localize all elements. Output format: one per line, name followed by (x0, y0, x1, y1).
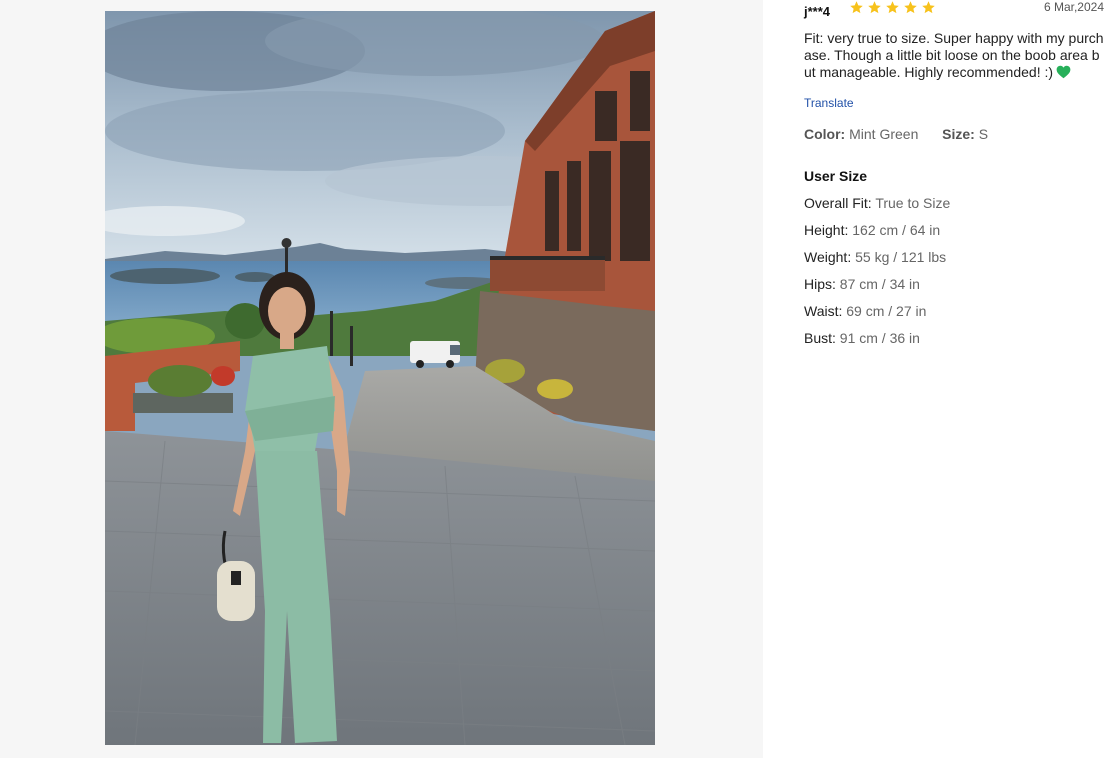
star-rating (849, 0, 936, 15)
size-row-overall-fit: Overall Fit: True to Size (804, 195, 950, 222)
color-label: Color: (804, 126, 846, 142)
size-row-value: 87 cm / 34 in (839, 276, 920, 292)
size-row-value: True to Size (875, 195, 951, 211)
review-text-block: Fit: very true to size. Super happy with… (804, 30, 1106, 81)
size-row-label: Waist: (804, 303, 843, 319)
star-icon (886, 1, 899, 14)
translate-link[interactable]: Translate (804, 96, 854, 110)
reviewer-name: j***4 (804, 4, 831, 19)
size-value: S (978, 126, 989, 142)
size-row-hips: Hips: 87 cm / 34 in (804, 276, 950, 303)
green-heart-icon (1056, 65, 1071, 79)
size-row-value: 69 cm / 27 in (846, 303, 927, 319)
review-media-panel (0, 0, 763, 758)
review-date: 6 Mar,2024 (1043, 0, 1104, 14)
review-panel: j***4 6 Mar,2024 Fit: very true to size.… (763, 0, 1111, 758)
review-photo-illustration (105, 11, 655, 745)
size-row-value: 91 cm / 36 in (839, 330, 920, 346)
size-row-value: 55 kg / 121 lbs (855, 249, 947, 265)
size-row-label: Overall Fit: (804, 195, 872, 211)
size-row-label: Hips: (804, 276, 836, 292)
color-value: Mint Green (849, 126, 919, 142)
size-label: Size: (942, 126, 975, 142)
purchase-attributes: Color: Mint Green Size: S (804, 126, 988, 142)
star-icon (868, 1, 881, 14)
review-photo[interactable] (105, 11, 655, 745)
user-size-title: User Size (804, 168, 868, 184)
star-icon (850, 1, 863, 14)
star-icon (904, 1, 917, 14)
size-row-value: 162 cm / 64 in (852, 222, 941, 238)
size-row-waist: Waist: 69 cm / 27 in (804, 303, 950, 330)
user-size-list: Overall Fit: True to Size Height: 162 cm… (804, 195, 950, 357)
size-row-label: Bust: (804, 330, 836, 346)
review-header: j***4 6 Mar,2024 (804, 0, 1104, 20)
size-row-bust: Bust: 91 cm / 36 in (804, 330, 950, 357)
size-row-label: Weight: (804, 249, 852, 265)
size-row-height: Height: 162 cm / 64 in (804, 222, 950, 249)
size-row-weight: Weight: 55 kg / 121 lbs (804, 249, 950, 276)
size-row-label: Height: (804, 222, 849, 238)
star-icon (922, 1, 935, 14)
